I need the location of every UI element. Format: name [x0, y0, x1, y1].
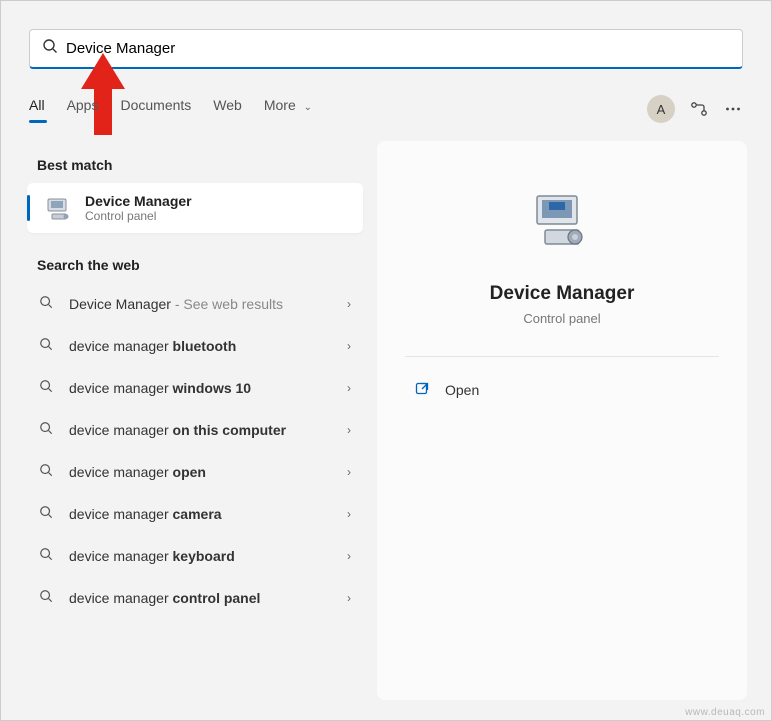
- web-result[interactable]: device manager windows 10›: [25, 367, 365, 409]
- detail-title: Device Manager: [490, 283, 635, 305]
- web-result-text: device manager on this computer: [69, 422, 347, 438]
- detail-device-manager-icon: [526, 187, 598, 259]
- tab-web[interactable]: Web: [213, 97, 242, 121]
- chevron-right-icon: ›: [347, 465, 351, 479]
- search-icon: [39, 337, 55, 356]
- detail-subtitle: Control panel: [523, 311, 600, 326]
- web-result[interactable]: Device Manager - See web results›: [25, 283, 365, 325]
- search-input[interactable]: [66, 40, 730, 57]
- web-result[interactable]: device manager keyboard›: [25, 535, 365, 577]
- device-manager-icon: [45, 194, 73, 222]
- open-label: Open: [445, 382, 479, 398]
- chevron-right-icon: ›: [347, 549, 351, 563]
- chevron-right-icon: ›: [347, 297, 351, 311]
- web-result[interactable]: device manager on this computer›: [25, 409, 365, 451]
- web-result-text: device manager open: [69, 464, 347, 480]
- tabs-row: All Apps Documents Web More ⌄ A: [29, 91, 743, 127]
- tab-documents[interactable]: Documents: [120, 97, 191, 121]
- search-icon: [39, 505, 55, 524]
- chevron-right-icon: ›: [347, 339, 351, 353]
- web-result[interactable]: device manager camera›: [25, 493, 365, 535]
- web-results-list: Device Manager - See web results›device …: [25, 283, 365, 619]
- search-icon: [39, 379, 55, 398]
- best-match-title: Device Manager: [85, 193, 192, 209]
- more-icon[interactable]: [723, 99, 743, 119]
- search-bar[interactable]: [29, 29, 743, 69]
- tabs: All Apps Documents Web More ⌄: [29, 97, 312, 121]
- web-result-text: Device Manager - See web results: [69, 296, 347, 312]
- content-columns: Best match Device Manager Control panel …: [25, 141, 747, 700]
- detail-panel: Device Manager Control panel Open: [377, 141, 747, 700]
- open-icon: [413, 381, 431, 399]
- web-result[interactable]: device manager open›: [25, 451, 365, 493]
- chevron-right-icon: ›: [347, 507, 351, 521]
- flow-icon[interactable]: [689, 99, 709, 119]
- search-icon: [39, 295, 55, 314]
- web-result[interactable]: device manager control panel›: [25, 577, 365, 619]
- chevron-right-icon: ›: [347, 591, 351, 605]
- search-web-header: Search the web: [25, 241, 365, 283]
- chevron-down-icon: ⌄: [304, 102, 312, 113]
- detail-divider: [405, 356, 719, 357]
- web-result-text: device manager control panel: [69, 590, 347, 606]
- web-result-text: device manager camera: [69, 506, 347, 522]
- tab-more[interactable]: More ⌄: [264, 97, 312, 121]
- chevron-right-icon: ›: [347, 381, 351, 395]
- search-icon: [39, 589, 55, 608]
- web-result[interactable]: device manager bluetooth›: [25, 325, 365, 367]
- best-match-header: Best match: [25, 141, 365, 183]
- search-icon: [39, 421, 55, 440]
- web-result-text: device manager keyboard: [69, 548, 347, 564]
- best-match-result[interactable]: Device Manager Control panel: [27, 183, 363, 233]
- web-result-text: device manager windows 10: [69, 380, 347, 396]
- avatar[interactable]: A: [647, 95, 675, 123]
- open-action[interactable]: Open: [405, 369, 719, 411]
- search-icon: [39, 463, 55, 482]
- watermark: www.deuaq.com: [685, 707, 765, 718]
- tab-all[interactable]: All: [29, 97, 45, 121]
- best-match-subtitle: Control panel: [85, 209, 192, 223]
- chevron-right-icon: ›: [347, 423, 351, 437]
- search-icon: [39, 547, 55, 566]
- web-result-text: device manager bluetooth: [69, 338, 347, 354]
- header-actions: A: [647, 95, 743, 123]
- results-panel: Best match Device Manager Control panel …: [25, 141, 365, 700]
- search-icon: [42, 38, 58, 59]
- tab-apps[interactable]: Apps: [67, 97, 99, 121]
